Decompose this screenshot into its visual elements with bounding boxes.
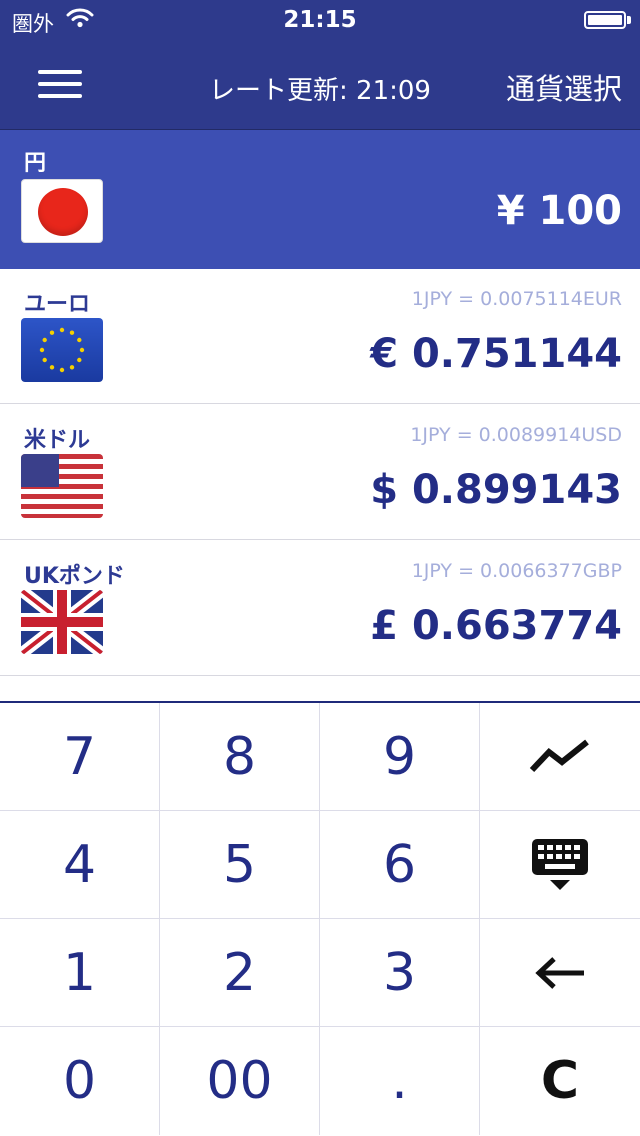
jp-flag-icon <box>21 179 103 243</box>
hide-keyboard-button[interactable] <box>480 811 640 919</box>
converted-amount: $ 0.899143 <box>370 467 622 513</box>
currency-row-gbp[interactable]: UKポンド 1JPY = 0.0066377GBP £ 0.663774 <box>0 541 640 676</box>
base-amount: ¥ 100 <box>496 188 622 234</box>
currency-row-partial[interactable] <box>0 676 640 701</box>
battery-tip <box>627 16 631 24</box>
key-2[interactable]: 2 <box>160 919 320 1027</box>
converted-amount: € 0.751144 <box>370 331 622 377</box>
key-7[interactable]: 7 <box>0 703 160 811</box>
keyboard-hide-icon <box>532 838 588 890</box>
backspace-arrow-icon <box>535 956 584 989</box>
key-6[interactable]: 6 <box>320 811 480 919</box>
exchange-rate: 1JPY = 0.0066377GBP <box>411 560 622 582</box>
converted-amount: £ 0.663774 <box>370 603 622 649</box>
exchange-rate: 1JPY = 0.0075114EUR <box>411 288 622 310</box>
key-4[interactable]: 4 <box>0 811 160 919</box>
key-decimal[interactable]: . <box>320 1027 480 1135</box>
hamburger-menu-icon[interactable] <box>38 68 82 102</box>
nav-bar: レート更新: 21:09 通貨選択 <box>0 40 640 129</box>
numeric-keypad: 7 8 9 4 5 6 1 2 3 0 00 . C <box>0 701 640 1136</box>
key-0[interactable]: 0 <box>0 1027 160 1135</box>
eu-flag-icon <box>21 318 103 382</box>
uk-flag-icon <box>21 590 103 654</box>
key-5[interactable]: 5 <box>160 811 320 919</box>
currency-row-usd[interactable]: 米ドル 1JPY = 0.0089914USD $ 0.899143 <box>0 405 640 540</box>
key-1[interactable]: 1 <box>0 919 160 1027</box>
us-flag-icon <box>21 454 103 518</box>
battery-icon <box>584 11 626 29</box>
key-00[interactable]: 00 <box>160 1027 320 1135</box>
base-currency-row[interactable]: 円 ¥ 100 <box>0 129 640 269</box>
currency-name: UKポンド <box>24 564 125 589</box>
rate-update-label: レート更新: 21:09 <box>209 76 431 106</box>
key-9[interactable]: 9 <box>320 703 480 811</box>
exchange-rate: 1JPY = 0.0089914USD <box>410 424 622 446</box>
clear-button[interactable]: C <box>480 1027 640 1135</box>
key-3[interactable]: 3 <box>320 919 480 1027</box>
currency-name: ユーロ <box>24 292 91 317</box>
backspace-button[interactable] <box>480 919 640 1027</box>
status-bar: 圏外 21:15 <box>0 0 640 40</box>
status-time: 21:15 <box>283 7 357 33</box>
currency-row-eur[interactable]: ユーロ 1JPY = 0.0075114EUR € 0.751144 <box>0 269 640 404</box>
chart-button[interactable] <box>480 703 640 811</box>
currency-name: 米ドル <box>24 428 91 453</box>
chart-line-icon <box>529 739 589 772</box>
base-currency-name: 円 <box>24 151 47 176</box>
key-8[interactable]: 8 <box>160 703 320 811</box>
currency-select-button[interactable]: 通貨選択 <box>506 66 622 108</box>
